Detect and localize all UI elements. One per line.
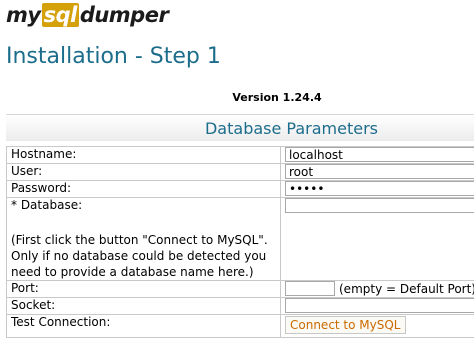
test-connection-cell: Connect to MySQL [280, 314, 474, 338]
logo-text-my: my [6, 3, 41, 27]
socket-cell [280, 297, 474, 315]
database-parameters-table: Hostname: User: Password: * Database: (F… [6, 146, 474, 338]
port-input[interactable] [285, 281, 335, 296]
table-row: Test Connection: Connect to MySQL [6, 314, 474, 338]
socket-input[interactable] [285, 298, 474, 313]
table-row: User: [6, 163, 474, 181]
test-connection-label: Test Connection: [6, 314, 281, 338]
hostname-cell [280, 146, 474, 164]
hostname-input[interactable] [285, 147, 474, 162]
socket-label: Socket: [6, 297, 281, 315]
database-input[interactable] [285, 198, 474, 213]
port-cell: (empty = Default Port) [280, 280, 474, 298]
user-input[interactable] [285, 164, 474, 179]
database-label: * Database: [11, 198, 83, 212]
table-row: Port: (empty = Default Port) [6, 280, 474, 298]
port-label: Port: [6, 280, 281, 298]
password-input[interactable] [285, 181, 474, 196]
version-label: Version 1.24.4 [232, 91, 322, 104]
database-help-note: (First click the button "Connect to MySQ… [11, 233, 268, 279]
connect-to-mysql-button[interactable]: Connect to MySQL [285, 316, 406, 334]
section-header-database-parameters: Database Parameters [6, 114, 474, 141]
database-cell [280, 197, 474, 281]
table-row: Socket: [6, 297, 474, 315]
password-label: Password: [6, 180, 281, 198]
mysqldumper-logo: my sql dumper [6, 3, 169, 27]
password-cell [280, 180, 474, 198]
port-default-note: (empty = Default Port) [339, 281, 474, 296]
logo-text-sql: sql [41, 3, 79, 27]
table-row: * Database: (First click the button "Con… [6, 197, 474, 281]
user-label: User: [6, 163, 281, 181]
database-label-cell: * Database: (First click the button "Con… [6, 197, 281, 281]
table-row: Password: [6, 180, 474, 198]
hostname-label: Hostname: [6, 146, 281, 164]
user-cell [280, 163, 474, 181]
page-title: Installation - Step 1 [6, 44, 221, 69]
logo-text-dumper: dumper [79, 3, 169, 27]
table-row: Hostname: [6, 146, 474, 164]
